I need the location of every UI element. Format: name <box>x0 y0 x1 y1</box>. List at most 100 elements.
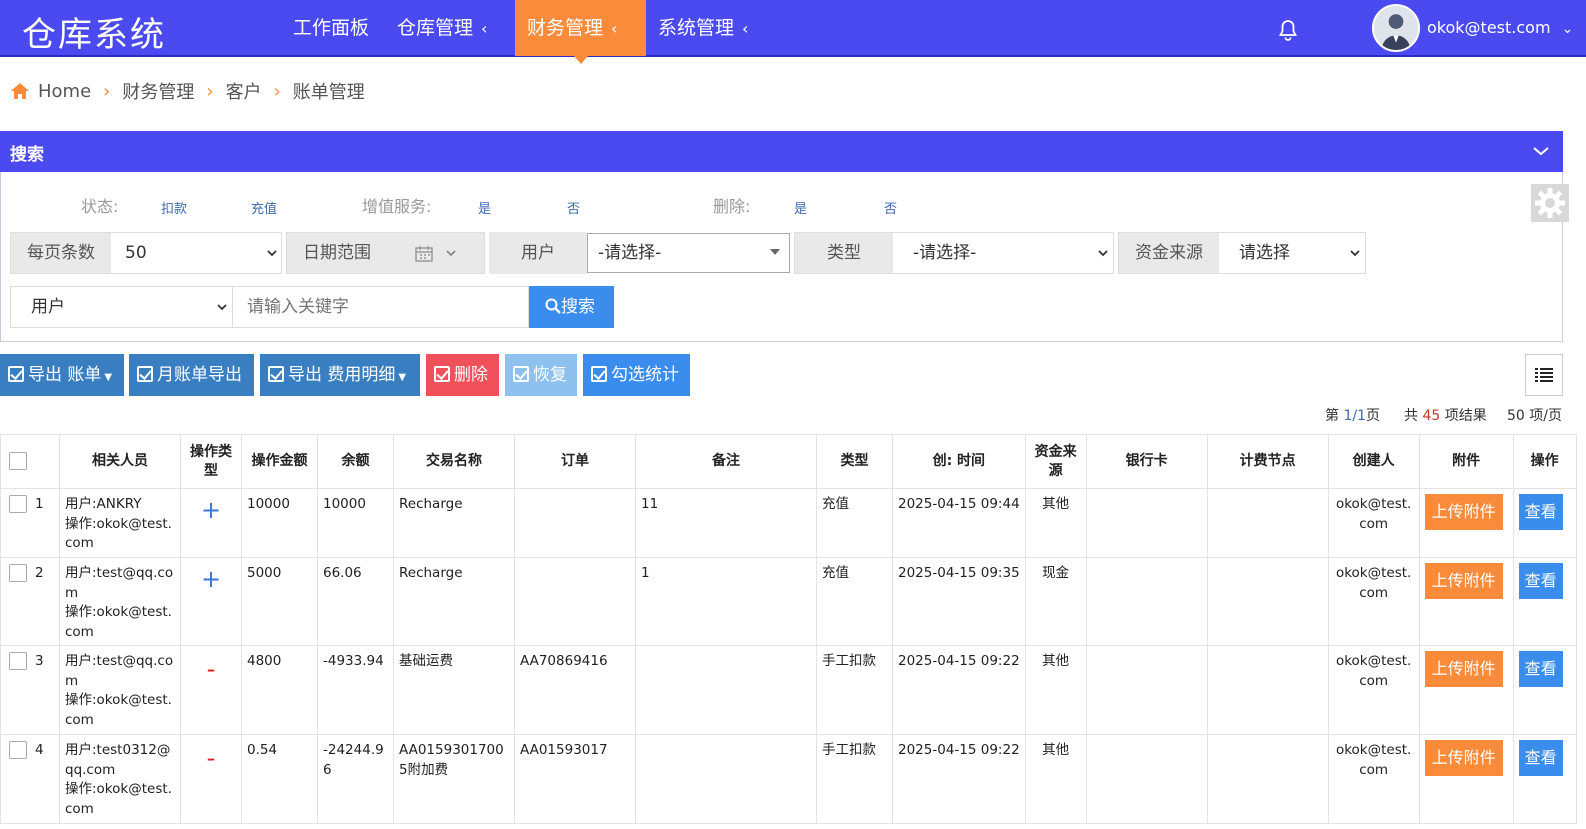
breadcrumb-home[interactable]: Home <box>38 81 91 102</box>
page-indicator: 第 1/1页 <box>1325 405 1380 425</box>
column-header[interactable]: 银行卡 <box>1085 434 1208 489</box>
nav-item-warehouse[interactable]: 仓库管理 ‹ <box>385 0 499 56</box>
chevron-down-icon[interactable] <box>1531 141 1551 161</box>
upload-attachment-button[interactable]: 上传附件 <box>1424 494 1503 530</box>
page-value: 1/1 <box>1343 408 1366 424</box>
upload-attachment-button[interactable]: 上传附件 <box>1424 563 1503 599</box>
column-header[interactable]: 操作类型 <box>180 434 242 489</box>
txn-name-cell: Recharge <box>393 488 515 558</box>
check-stats-label: 勾选统计 <box>611 365 679 385</box>
view-button[interactable]: 查看 <box>1518 651 1563 687</box>
check-square-icon <box>8 366 24 382</box>
column-header[interactable]: 资金来源 <box>1024 434 1087 489</box>
breadcrumb-customer[interactable]: 客户 <box>226 78 262 104</box>
top-navbar: 仓库系统 工作面板 仓库管理 ‹ 财务管理 ‹ 系统管理 ‹ okok@test.co… <box>0 0 1586 64</box>
breadcrumb-finance[interactable]: 财务管理 <box>122 78 194 104</box>
column-header[interactable]: 备注 <box>635 434 817 489</box>
row-checkbox[interactable] <box>9 564 27 582</box>
column-header[interactable]: 附件 <box>1418 434 1514 489</box>
row-checkbox[interactable] <box>9 652 27 670</box>
table-row: 2 用户:test@qq.com 操作:okok@test.com +5000 66.… <box>0 557 1577 646</box>
type-label: 类型 <box>795 233 893 273</box>
monthly-export-button[interactable]: 月账单导出 <box>129 354 254 396</box>
column-header[interactable]: 操作 <box>1512 434 1577 489</box>
time-cell: 2025-04-15 09:22 <box>892 734 1026 824</box>
nav-item-dashboard[interactable]: 工作面板 <box>281 0 381 56</box>
time-cell: 2025-04-15 09:44 <box>892 488 1026 558</box>
table-row: 4 用户:test0312@qq.com 操作:okok@test.com -0.5… <box>0 734 1577 824</box>
column-toggle-button[interactable] <box>1525 354 1563 396</box>
delete-option-no[interactable]: 否 <box>884 198 897 217</box>
upload-attachment-button[interactable]: 上传附件 <box>1424 740 1503 776</box>
chevron-left-icon: ‹ <box>481 19 488 38</box>
keyword-field-select[interactable]: 用户 <box>10 286 233 328</box>
user-select[interactable]: -请选择- <box>587 233 790 273</box>
column-header[interactable]: 类型 <box>816 434 893 489</box>
select-all-checkbox[interactable] <box>9 452 27 470</box>
amount-cell: 5000 <box>241 557 318 646</box>
upload-attachment-button[interactable]: 上传附件 <box>1424 651 1503 687</box>
delete-option-yes[interactable]: 是 <box>794 198 807 217</box>
keyword-input[interactable] <box>233 286 529 328</box>
txn-name-cell: Recharge <box>393 557 515 646</box>
balance-cell: -4933.94 <box>317 645 394 735</box>
user-menu[interactable]: okok@test.com ⌄ <box>1427 18 1573 37</box>
column-header[interactable]: 订单 <box>514 434 636 489</box>
column-header[interactable]: 余额 <box>317 434 394 489</box>
column-header[interactable]: 交易名称 <box>393 434 515 489</box>
billing-node-cell <box>1206 488 1329 558</box>
nav-item-system[interactable]: 系统管理 ‹ <box>646 0 760 56</box>
view-button[interactable]: 查看 <box>1518 740 1563 776</box>
vas-option-yes[interactable]: 是 <box>478 198 491 217</box>
view-button[interactable]: 查看 <box>1518 563 1563 599</box>
delete-button[interactable]: 删除 <box>426 354 499 396</box>
check-square-icon <box>513 366 529 382</box>
remark-cell <box>635 645 817 735</box>
date-range-group[interactable]: 日期范围 <box>286 232 485 274</box>
check-stats-button[interactable]: 勾选统计 <box>583 354 690 396</box>
nav-item-finance[interactable]: 财务管理 ‹ <box>515 0 646 64</box>
export-bill-button[interactable]: 导出 账单 ▼ <box>0 354 124 396</box>
vas-option-no[interactable]: 否 <box>567 198 580 217</box>
fund-source-label: 资金来源 <box>1119 233 1219 273</box>
user-select-value: -请选择- <box>598 243 662 263</box>
export-fee-detail-button[interactable]: 导出 费用明细 ▼ <box>260 354 420 396</box>
view-button[interactable]: 查看 <box>1518 494 1563 530</box>
row-checkbox[interactable] <box>9 495 27 513</box>
time-cell: 2025-04-15 09:35 <box>892 557 1026 646</box>
nav-item-label: 工作面板 <box>293 17 370 39</box>
bell-icon[interactable] <box>1276 18 1300 42</box>
order-cell <box>514 557 636 646</box>
type-select-value: -请选择- <box>913 243 977 263</box>
type-cell: 手工扣款 <box>816 645 893 735</box>
plus-icon: + <box>200 565 222 593</box>
per-page-group: 每页条数 50 <box>10 232 282 274</box>
total-suffix: 项结果 <box>1444 408 1487 424</box>
column-header[interactable]: 相关人员 <box>59 434 181 489</box>
amount-cell: 10000 <box>241 488 318 558</box>
column-header[interactable]: 创建人 <box>1327 434 1420 489</box>
creator-cell: okok@test.com <box>1327 734 1420 824</box>
type-select[interactable]: -请选择- <box>893 233 1113 273</box>
table-row: 1 用户:ANKRY 操作:okok@test.com +10000 10000 Rec… <box>0 488 1577 558</box>
person-cell: 用户:ANKRY 操作:okok@test.com <box>59 488 181 558</box>
search-panel-header[interactable]: 搜索 <box>0 131 1563 172</box>
column-header[interactable]: 创: 时间 <box>892 434 1026 489</box>
status-option-deduct[interactable]: 扣款 <box>161 198 187 217</box>
per-page-select[interactable]: 50 <box>111 233 281 273</box>
fund-source-select[interactable]: 请选择 <box>1219 233 1365 273</box>
row-number: 4 <box>35 742 44 758</box>
status-option-recharge[interactable]: 充值 <box>251 198 277 217</box>
row-checkbox[interactable] <box>9 741 27 759</box>
column-header[interactable]: 计费节点 <box>1206 434 1329 489</box>
nav-item-label: 系统管理 <box>658 17 735 39</box>
gear-icon[interactable] <box>1531 184 1569 222</box>
row-select-cell: 2 <box>0 557 60 646</box>
page-suffix: 页 <box>1365 408 1380 424</box>
restore-button[interactable]: 恢复 <box>505 354 577 396</box>
type-cell: 充值 <box>816 488 893 558</box>
column-header[interactable]: 操作金额 <box>241 434 318 489</box>
avatar[interactable] <box>1372 4 1420 52</box>
row-number: 2 <box>35 565 44 581</box>
search-button[interactable]: 搜索 <box>529 286 614 328</box>
